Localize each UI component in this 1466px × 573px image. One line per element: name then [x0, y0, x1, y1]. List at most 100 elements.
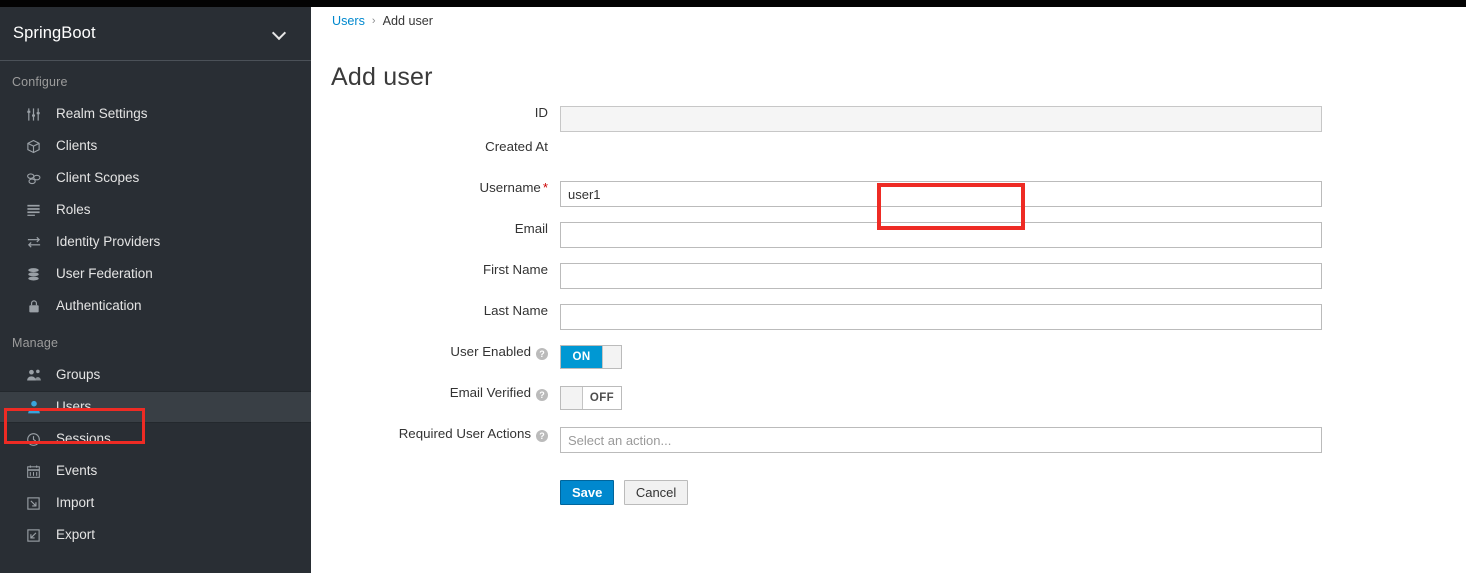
- breadcrumb-users-link[interactable]: Users: [332, 14, 365, 28]
- realm-name: SpringBoot: [13, 24, 96, 42]
- sidebar-item-groups[interactable]: Groups: [0, 359, 311, 391]
- sidebar-item-label: Events: [56, 463, 98, 479]
- scopes-icon: [24, 170, 43, 186]
- nav-list-configure: Realm Settings Clients Client Scopes Rol…: [0, 98, 311, 322]
- breadcrumb-current: Add user: [382, 14, 433, 28]
- sidebar-item-users[interactable]: Users: [0, 391, 311, 423]
- main-content: Users › Add user Add user ID Created At: [311, 7, 1466, 573]
- id-input: [560, 106, 1322, 132]
- help-icon[interactable]: ?: [536, 389, 548, 401]
- breadcrumb-separator: ›: [371, 15, 376, 27]
- nav-section-configure-title: Configure: [12, 75, 68, 89]
- form-row-last-name: Last Name: [311, 304, 1466, 345]
- realm-selector[interactable]: SpringBoot: [0, 7, 311, 61]
- top-black-bar: [0, 0, 1466, 7]
- control-required-user-actions: [560, 427, 1322, 453]
- sidebar-item-import[interactable]: Import: [0, 487, 311, 519]
- required-marker: *: [542, 180, 548, 195]
- sidebar-item-label: Users: [56, 399, 92, 415]
- database-icon: [24, 266, 43, 282]
- label-id: ID: [534, 105, 548, 120]
- label-first-name: First Name: [482, 262, 548, 277]
- sidebar-item-clients[interactable]: Clients: [0, 130, 311, 162]
- email-input[interactable]: [560, 222, 1322, 248]
- toggle-knob: [602, 346, 621, 368]
- label-email-verified-text: Email Verified: [449, 385, 531, 400]
- sidebar-item-label: Roles: [56, 202, 91, 218]
- username-input[interactable]: [560, 181, 1322, 207]
- sidebar-item-realm-settings[interactable]: Realm Settings: [0, 98, 311, 130]
- calendar-icon: [24, 463, 43, 479]
- sidebar-item-label: Authentication: [56, 298, 142, 314]
- label-username: Username *: [311, 181, 560, 194]
- label-user-enabled-text: User Enabled: [450, 344, 531, 359]
- toggle-state-label: OFF: [583, 387, 621, 409]
- form-row-required-user-actions: Required User Actions?: [311, 427, 1466, 468]
- control-last-name: [560, 304, 1322, 330]
- sidebar-item-label: User Federation: [56, 266, 153, 282]
- sidebar: SpringBoot Configure Realm Settings Clie…: [0, 7, 311, 573]
- form-actions: Save Cancel: [311, 468, 1466, 505]
- export-arrow-icon: [24, 527, 43, 543]
- label-required-user-actions: Required User Actions?: [311, 427, 560, 442]
- control-user-enabled: ON: [560, 345, 622, 369]
- breadcrumb: Users › Add user: [332, 14, 433, 28]
- form-row-email: Email: [311, 222, 1466, 263]
- form-row-email-verified: Email Verified? OFF: [311, 386, 1466, 427]
- list-icon: [24, 202, 43, 218]
- required-user-actions-input[interactable]: [560, 427, 1322, 453]
- exchange-arrows-icon: [24, 234, 43, 250]
- form-row-id: ID: [311, 106, 1466, 140]
- import-arrow-icon: [24, 495, 43, 511]
- sidebar-item-events[interactable]: Events: [0, 455, 311, 487]
- lock-icon: [24, 298, 43, 314]
- user-icon: [24, 399, 43, 415]
- nav-list-manage: Groups Users Sessions Events Import Expo…: [0, 359, 311, 551]
- sidebar-item-label: Realm Settings: [56, 106, 148, 122]
- users-group-icon: [24, 367, 43, 383]
- cube-icon: [24, 138, 43, 154]
- sidebar-item-label: Clients: [56, 138, 98, 154]
- label-email: Email: [514, 221, 548, 236]
- help-icon[interactable]: ?: [536, 348, 548, 360]
- cancel-button[interactable]: Cancel: [623, 480, 689, 505]
- clock-icon: [24, 431, 43, 447]
- nav-section-manage-title: Manage: [12, 336, 59, 350]
- sidebar-item-label: Sessions: [56, 431, 111, 447]
- form-row-created-at: Created At: [311, 140, 1466, 181]
- sidebar-item-label: Identity Providers: [56, 234, 161, 250]
- control-id: [560, 106, 1322, 132]
- form-row-user-enabled: User Enabled? ON: [311, 345, 1466, 386]
- user-enabled-toggle[interactable]: ON: [560, 345, 622, 369]
- help-icon[interactable]: ?: [536, 430, 548, 442]
- sidebar-item-sessions[interactable]: Sessions: [0, 423, 311, 455]
- label-user-enabled: User Enabled?: [311, 345, 560, 360]
- control-username: [560, 181, 1322, 207]
- sidebar-item-label: Client Scopes: [56, 170, 140, 186]
- sidebar-item-identity-providers[interactable]: Identity Providers: [0, 226, 311, 258]
- chevron-down-icon[interactable]: [273, 27, 287, 41]
- sidebar-item-label: Groups: [56, 367, 101, 383]
- label-username-text: Username: [479, 180, 541, 195]
- form-row-username: Username *: [311, 181, 1466, 222]
- label-created-at: Created At: [485, 139, 548, 154]
- sidebar-item-user-federation[interactable]: User Federation: [0, 258, 311, 290]
- label-required-user-actions-text: Required User Actions: [398, 426, 531, 441]
- label-email-verified: Email Verified?: [311, 386, 560, 401]
- sidebar-item-authentication[interactable]: Authentication: [0, 290, 311, 322]
- form-row-first-name: First Name: [311, 263, 1466, 304]
- first-name-input[interactable]: [560, 263, 1322, 289]
- sidebar-item-roles[interactable]: Roles: [0, 194, 311, 226]
- sidebar-item-export[interactable]: Export: [0, 519, 311, 551]
- sidebar-item-client-scopes[interactable]: Client Scopes: [0, 162, 311, 194]
- keycloak-admin-console: SpringBoot Configure Realm Settings Clie…: [0, 0, 1466, 573]
- toggle-state-label: ON: [561, 346, 602, 368]
- control-email: [560, 222, 1322, 248]
- toggle-knob: [561, 387, 583, 409]
- sliders-icon: [24, 106, 43, 122]
- sidebar-item-label: Export: [56, 527, 96, 543]
- last-name-input[interactable]: [560, 304, 1322, 330]
- email-verified-toggle[interactable]: OFF: [560, 386, 622, 410]
- label-last-name: Last Name: [483, 303, 548, 318]
- save-button[interactable]: Save: [560, 480, 615, 505]
